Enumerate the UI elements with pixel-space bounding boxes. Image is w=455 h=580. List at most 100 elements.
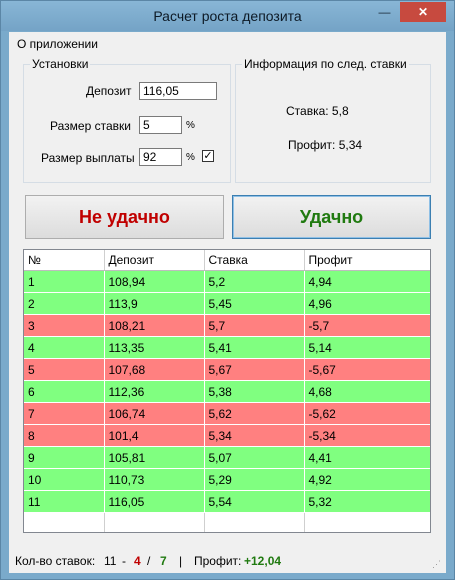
table-row[interactable]: 10 110,73 5,29 4,92	[24, 468, 430, 491]
cell-number[interactable]: 9	[24, 446, 105, 469]
cell-profit[interactable]: -5,34	[304, 424, 430, 447]
cell-rate[interactable]: 5,2	[204, 270, 305, 293]
cell-rate[interactable]: 5,7	[204, 314, 305, 337]
cell-rate[interactable]: 5,07	[204, 446, 305, 469]
empty-cell[interactable]	[104, 512, 205, 532]
cell-number[interactable]: 6	[24, 380, 105, 403]
new-row[interactable]	[24, 512, 430, 532]
close-icon: ✕	[417, 5, 429, 19]
cell-deposit[interactable]: 116,05	[104, 490, 205, 513]
bet-total: 11	[104, 554, 117, 568]
title-bar[interactable]: Расчет роста депозита — ✕	[1, 1, 454, 31]
profit-total: +12,04	[244, 554, 282, 568]
cell-deposit[interactable]: 108,94	[104, 270, 205, 293]
empty-cell[interactable]	[304, 512, 430, 532]
cell-number[interactable]: 1	[24, 270, 105, 293]
cell-profit[interactable]: 4,96	[304, 292, 430, 315]
table-row[interactable]: 8 101,4 5,34 -5,34	[24, 424, 430, 447]
cell-number[interactable]: 2	[24, 292, 105, 315]
cell-number[interactable]: 11	[24, 490, 105, 513]
table-row[interactable]: 9 105,81 5,07 4,41	[24, 446, 430, 469]
rate-input[interactable]: 5	[139, 116, 182, 134]
empty-cell[interactable]	[204, 512, 305, 532]
success-button[interactable]: Удачно	[232, 195, 431, 239]
payout-checkbox[interactable]: ✓	[202, 150, 214, 162]
cell-deposit[interactable]: 112,36	[104, 380, 205, 403]
cell-rate[interactable]: 5,29	[204, 468, 305, 491]
cell-profit[interactable]: -5,7	[304, 314, 430, 337]
header-number[interactable]: №	[24, 250, 105, 271]
table-row[interactable]: 4 113,35 5,41 5,14	[24, 336, 430, 359]
table-row[interactable]: 2 113,9 5,45 4,96	[24, 292, 430, 315]
cell-rate[interactable]: 5,62	[204, 402, 305, 425]
status-bar: Кол-во ставок: 11 - 4 / 7 | Профит: +12,…	[9, 547, 446, 573]
deposit-input[interactable]: 116,05	[139, 82, 217, 100]
table-row[interactable]: 6 112,36 5,38 4,68	[24, 380, 430, 403]
table-row[interactable]: 1 108,94 5,2 4,94	[24, 270, 430, 293]
bet-count-label: Кол-во ставок:	[15, 554, 96, 568]
header-deposit[interactable]: Депозит	[104, 250, 205, 271]
empty-cell[interactable]	[24, 512, 105, 532]
cell-deposit[interactable]: 110,73	[104, 468, 205, 491]
cell-deposit[interactable]: 113,35	[104, 336, 205, 359]
menu-bar: О приложении	[9, 32, 446, 54]
app-window: Расчет роста депозита — ✕ О приложении У…	[0, 0, 455, 580]
cell-profit[interactable]: -5,67	[304, 358, 430, 381]
cell-rate[interactable]: 5,45	[204, 292, 305, 315]
payout-input[interactable]: 92	[139, 148, 182, 166]
cell-rate[interactable]: 5,34	[204, 424, 305, 447]
cell-number[interactable]: 7	[24, 402, 105, 425]
cell-profit[interactable]: 5,14	[304, 336, 430, 359]
cell-deposit[interactable]: 106,74	[104, 402, 205, 425]
close-button[interactable]: ✕	[400, 2, 446, 22]
deposit-label: Депозит	[86, 84, 132, 98]
cell-profit[interactable]: 4,41	[304, 446, 430, 469]
settings-legend: Установки	[32, 57, 89, 71]
bets-grid[interactable]: № Депозит Ставка Профит 1 108,94 5,2 4,94 2 1…	[23, 249, 431, 533]
payout-label: Размер выплаты	[41, 151, 135, 165]
rate-unit: %	[186, 120, 195, 131]
table-body: 1 108,94 5,2 4,94 2 113,9 5,45 4,96 3 108,21 5,7 -5…	[24, 270, 430, 532]
header-rate[interactable]: Ставка	[204, 250, 305, 271]
cell-profit[interactable]: 4,92	[304, 468, 430, 491]
header-profit[interactable]: Профит	[304, 250, 430, 271]
cell-profit[interactable]: -5,62	[304, 402, 430, 425]
cell-rate[interactable]: 5,41	[204, 336, 305, 359]
rate-label: Размер ставки	[50, 119, 131, 133]
fail-count: 4	[134, 554, 141, 568]
cell-profit[interactable]: 4,68	[304, 380, 430, 403]
table-row[interactable]: 5 107,68 5,67 -5,67	[24, 358, 430, 381]
cell-profit[interactable]: 5,32	[304, 490, 430, 513]
cell-rate[interactable]: 5,67	[204, 358, 305, 381]
info-group: Информация по след. ставки	[235, 57, 431, 183]
cell-rate[interactable]: 5,38	[204, 380, 305, 403]
bets-table: № Депозит Ставка Профит 1 108,94 5,2 4,94 2 1…	[24, 250, 430, 532]
next-profit-text: Профит: 5,34	[288, 138, 363, 152]
menu-about[interactable]: О приложении	[17, 37, 98, 51]
slash-separator: /	[147, 554, 151, 568]
cell-number[interactable]: 10	[24, 468, 105, 491]
status-separator: |	[179, 554, 183, 568]
profit-label: Профит:	[194, 554, 242, 568]
cell-deposit[interactable]: 105,81	[104, 446, 205, 469]
payout-unit: %	[186, 152, 195, 163]
cell-deposit[interactable]: 108,21	[104, 314, 205, 337]
cell-deposit[interactable]: 107,68	[104, 358, 205, 381]
minimize-button[interactable]: —	[371, 2, 398, 22]
table-row[interactable]: 7 106,74 5,62 -5,62	[24, 402, 430, 425]
dash-separator: -	[122, 554, 126, 568]
fail-button[interactable]: Не удачно	[25, 195, 224, 239]
cell-number[interactable]: 5	[24, 358, 105, 381]
table-row[interactable]: 3 108,21 5,7 -5,7	[24, 314, 430, 337]
cell-number[interactable]: 8	[24, 424, 105, 447]
table-row[interactable]: 11 116,05 5,54 5,32	[24, 490, 430, 513]
cell-profit[interactable]: 4,94	[304, 270, 430, 293]
cell-deposit[interactable]: 113,9	[104, 292, 205, 315]
client-area: О приложении Установки Депозит 116,05 Ра…	[9, 32, 446, 573]
cell-number[interactable]: 3	[24, 314, 105, 337]
cell-rate[interactable]: 5,54	[204, 490, 305, 513]
cell-number[interactable]: 4	[24, 336, 105, 359]
cell-deposit[interactable]: 101,4	[104, 424, 205, 447]
next-rate-text: Ставка: 5,8	[286, 104, 349, 118]
resize-grip-icon[interactable]: ⋰	[432, 559, 442, 569]
